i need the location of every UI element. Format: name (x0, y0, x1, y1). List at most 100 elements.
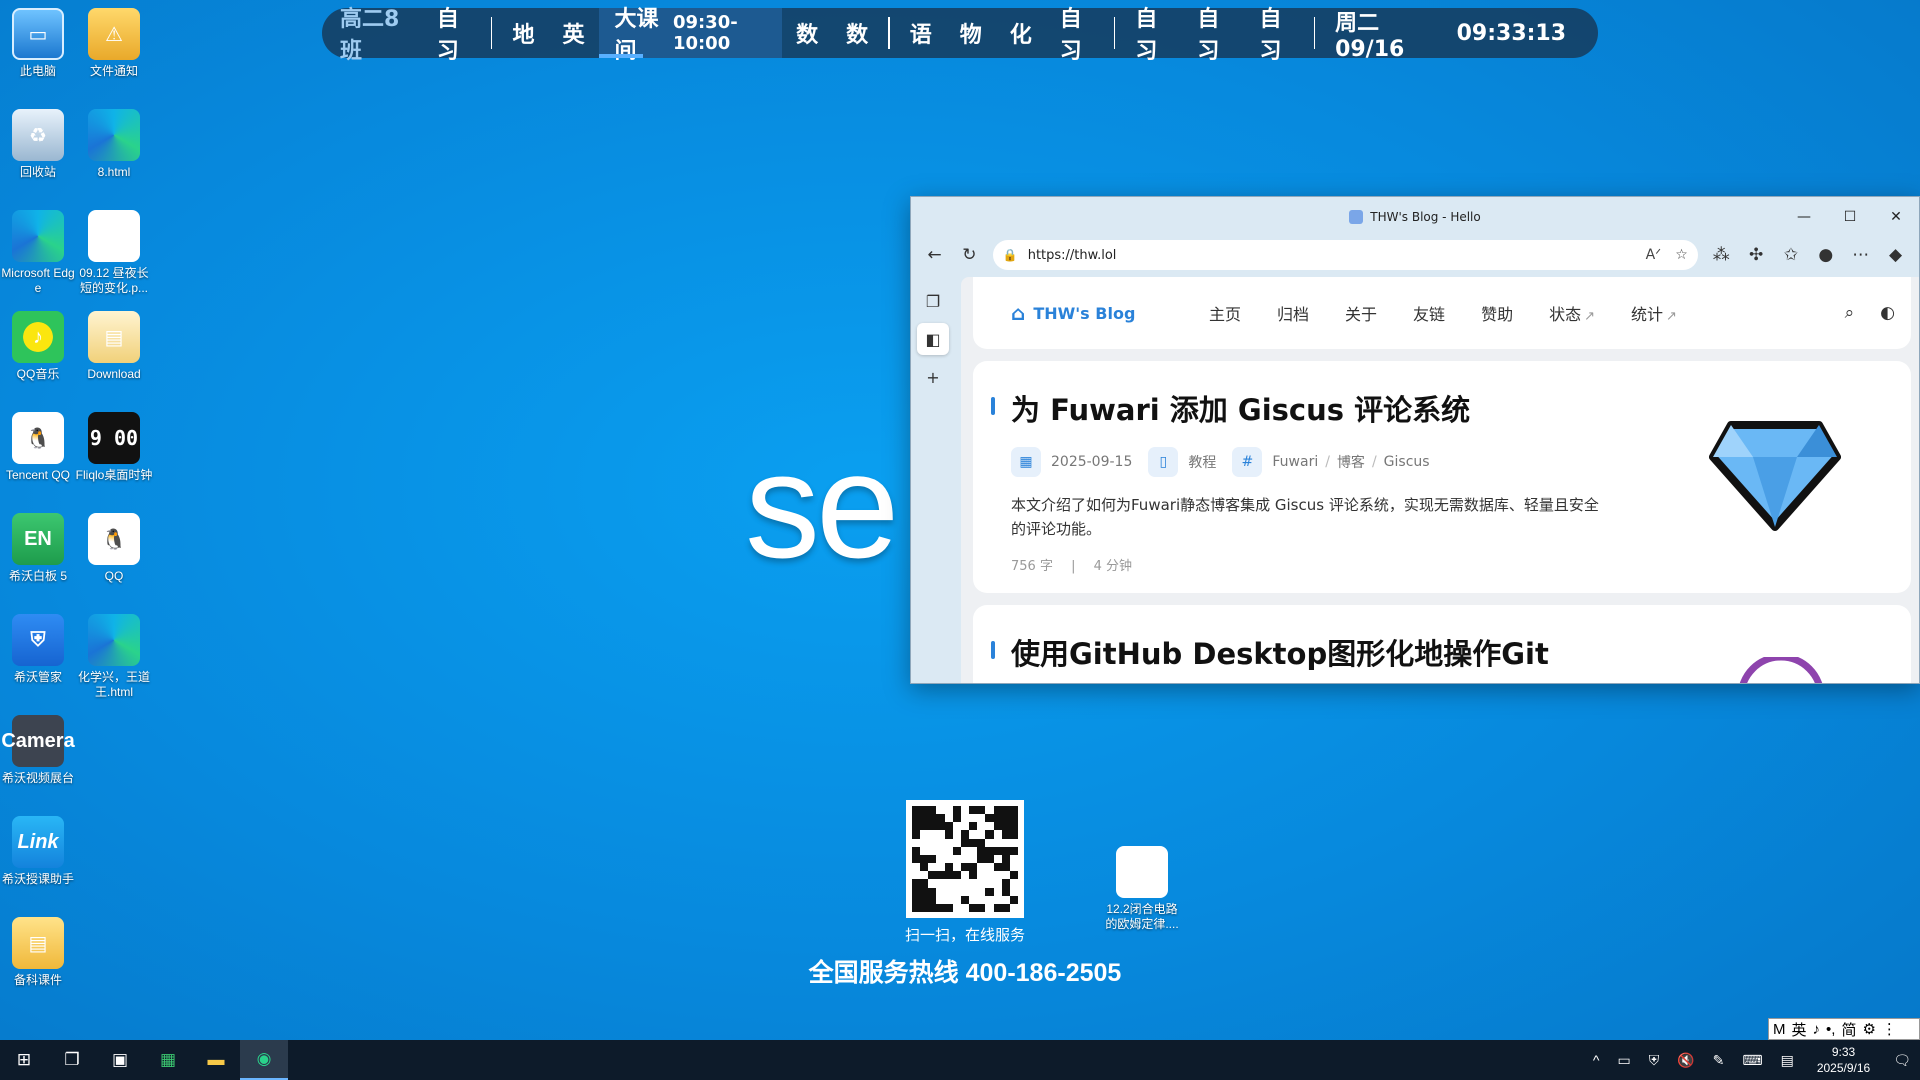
ime-item[interactable]: M (1773, 1021, 1786, 1038)
input-indicator-icon[interactable]: ▤ (1781, 1052, 1794, 1069)
shield-tray-icon[interactable]: ⛨ (1649, 1052, 1660, 1069)
qr-module (977, 806, 986, 815)
minimize-button[interactable]: — (1781, 197, 1827, 237)
nav-link[interactable]: 统计 ↗ (1631, 301, 1677, 325)
desktop-shortcut[interactable]: EN 希沃白板 5 (0, 513, 78, 584)
new-tab-button[interactable]: + (917, 361, 949, 393)
refresh-button[interactable]: ↻ (952, 240, 987, 270)
file-explorer-icon[interactable]: ▬ (192, 1040, 240, 1080)
favorites-icon[interactable]: ✩ (1774, 240, 1809, 270)
qr-module (944, 838, 953, 847)
vertical-tabs-sidebar: ❐ ◧ + (911, 277, 955, 683)
desktop-shortcut[interactable]: 🐧 QQ (74, 513, 154, 584)
volume-muted-icon[interactable]: 🔇 (1677, 1052, 1694, 1069)
ime-item[interactable]: 简 (1841, 1019, 1856, 1040)
schedule-period: 物 (959, 23, 982, 48)
nav-link[interactable]: 友链 (1413, 301, 1445, 325)
post-tag[interactable]: 博客 (1337, 452, 1365, 472)
profile-avatar-icon[interactable]: ● (1808, 240, 1843, 270)
desktop-shortcut[interactable]: ⚠ 文件通知 (74, 8, 154, 79)
network-icon[interactable]: ▭ (1617, 1052, 1630, 1069)
close-button[interactable]: ✕ (1873, 197, 1919, 237)
seewo-board-taskbar-icon[interactable]: ▦ (144, 1040, 192, 1080)
nav-link[interactable]: 主页 (1209, 301, 1241, 325)
qr-module (912, 822, 921, 831)
qr-module (928, 854, 937, 864)
desktop-shortcut[interactable]: 8.html (74, 109, 154, 180)
desktop-shortcut[interactable]: ♻ 回收站 (0, 109, 78, 180)
edge-browser-window[interactable]: THW's Blog - Hello — ☐ ✕ ← ↻ 🔒 https://t… (910, 196, 1920, 684)
qr-code (906, 800, 1024, 918)
ime-item[interactable]: •, (1826, 1021, 1835, 1038)
read-aloud-icon[interactable]: Aᐟ (1646, 247, 1662, 263)
site-logo[interactable]: ⌂ THW's Blog (1011, 301, 1191, 325)
theme-toggle-icon[interactable]: ◐ (1880, 303, 1895, 323)
maximize-button[interactable]: ☐ (1827, 197, 1873, 237)
nav-link[interactable]: 赞助 (1481, 301, 1513, 325)
edge-taskbar-icon[interactable]: ◉ (240, 1040, 288, 1080)
start-button[interactable]: ⊞ (0, 1040, 48, 1080)
taskbar-clock[interactable]: 9:33 2025/9/16 (1817, 1044, 1870, 1076)
ime-item[interactable]: ⚙ (1862, 1020, 1875, 1038)
desktop-shortcut[interactable]: 化学兴，王道王.html (74, 614, 154, 700)
qr-module (993, 895, 1002, 904)
schedule-period: 语 (909, 23, 932, 48)
tab-thw-blog[interactable]: ◧ (917, 323, 949, 355)
extension-icon[interactable]: ⁂ (1704, 240, 1739, 270)
camera-app-icon[interactable]: ▣ (96, 1040, 144, 1080)
shield-icon: ⛨ (12, 614, 64, 666)
desktop-shortcut[interactable]: Link 希沃授课助手 (0, 816, 78, 887)
post-category[interactable]: 教程 (1188, 452, 1216, 472)
qr-module (952, 806, 961, 815)
ime-item[interactable]: ♪ (1813, 1021, 1821, 1038)
keyboard-icon[interactable]: ⌨ (1742, 1052, 1762, 1069)
more-menu-icon[interactable]: ⋯ (1843, 240, 1878, 270)
schedule-period: 自习 (1197, 7, 1220, 64)
nav-link-label: 归档 (1277, 305, 1310, 324)
schedule-period: 自习 (1135, 7, 1158, 64)
desktop-shortcut[interactable]: ▭ 此电脑 (0, 8, 78, 79)
desktop-shortcut[interactable]: ▤ Download (74, 311, 154, 382)
ime-item[interactable]: 英 (1792, 1019, 1807, 1040)
qr-module (969, 822, 978, 831)
desktop-shortcut[interactable]: Microsoft Edge (0, 210, 78, 296)
nav-link[interactable]: 归档 (1277, 301, 1309, 325)
qr-module (920, 806, 929, 815)
qr-module (1001, 806, 1010, 815)
nav-link-label: 统计 (1631, 305, 1664, 324)
post-card[interactable]: 为 Fuwari 添加 Giscus 评论系统 ▦ 2025-09-15 ▯ 教… (973, 361, 1911, 593)
qr-module (928, 887, 937, 896)
extensions-puzzle-icon[interactable]: ✣ (1739, 240, 1774, 270)
tab-actions-icon[interactable]: ❐ (917, 285, 949, 317)
pen-icon[interactable]: ✎ (1713, 1052, 1725, 1069)
post-tag[interactable]: Fuwari (1272, 454, 1318, 470)
desktop-shortcut[interactable]: ▤ 备科课件 (0, 917, 78, 988)
show-hidden-icons-chevron-icon[interactable]: ^ (1593, 1052, 1600, 1068)
qr-module (952, 903, 961, 912)
nav-link[interactable]: 关于 (1345, 301, 1377, 325)
notification-icon[interactable]: 🗨 (1893, 1052, 1911, 1069)
qr-module (944, 846, 953, 855)
post-card[interactable]: 使用GitHub Desktop图形化地操作Git (973, 605, 1911, 683)
post-tag[interactable]: Giscus (1384, 454, 1430, 470)
desktop-shortcut[interactable]: ♪ QQ音乐 (0, 311, 78, 382)
task-view-icon[interactable]: ❐ (48, 1040, 96, 1080)
favorite-star-icon[interactable]: ☆ (1675, 247, 1688, 263)
desktop-shortcut[interactable]: P 09.12 昼夜长短的变化.p... (74, 210, 154, 296)
desktop-shortcut[interactable]: ⛨ 希沃管家 (0, 614, 78, 685)
ime-item[interactable]: ⋮ (1882, 1020, 1897, 1038)
url-text: https://thw.lol (1027, 247, 1117, 263)
desktop-shortcut[interactable]: 9 00 Fliqlo桌面时钟 (74, 412, 154, 483)
back-button[interactable]: ← (917, 240, 952, 270)
ime-toolbar[interactable]: M 英 ♪ •, 简 ⚙ ⋮ (1768, 1018, 1920, 1040)
nav-link[interactable]: 状态 ↗ (1549, 301, 1595, 325)
address-bar[interactable]: 🔒 https://thw.lol Aᐟ ☆ (992, 240, 1698, 270)
qr-module (1001, 838, 1010, 847)
desktop-shortcut[interactable]: 🐧 Tencent QQ (0, 412, 78, 483)
desktop-shortcut[interactable]: Camera 希沃视频展台 (0, 715, 78, 786)
qr-module (952, 846, 961, 855)
search-icon[interactable]: ⌕ (1845, 303, 1855, 323)
browser-title-bar[interactable]: THW's Blog - Hello — ☐ ✕ (911, 197, 1919, 237)
qr-module (928, 863, 937, 872)
copilot-icon[interactable]: ◆ (1878, 240, 1913, 270)
